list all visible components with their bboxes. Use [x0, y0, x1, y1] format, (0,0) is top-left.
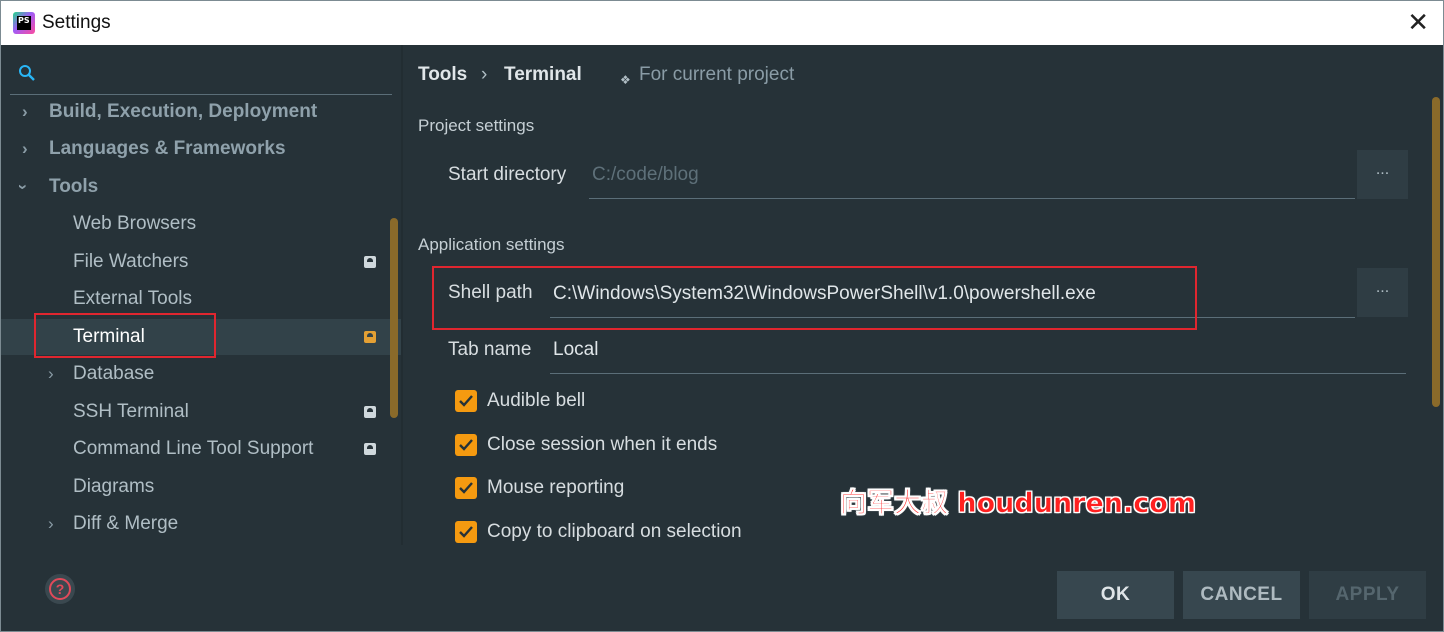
start-directory-browse-button[interactable]: ...: [1357, 150, 1408, 199]
sidebar-item-label: Tools: [49, 176, 99, 197]
checkbox-checked-icon: [455, 390, 477, 412]
sidebar-item-diagrams[interactable]: Diagrams: [0, 469, 401, 505]
watermark-text: 向军大叔 houdunren.com: [840, 488, 1197, 520]
checkbox-label: Mouse reporting: [487, 477, 625, 498]
project-level-icon: [364, 443, 376, 455]
sidebar-scrollbar[interactable]: [390, 218, 398, 418]
start-directory-label: Start directory: [448, 164, 567, 185]
sidebar-item-label: Command Line Tool Support: [73, 438, 314, 459]
sidebar-item-external-tools[interactable]: External Tools: [0, 281, 401, 317]
project-level-icon: [364, 256, 376, 268]
sidebar-item-label: External Tools: [73, 288, 192, 309]
annotation-highlight-shell-path: [432, 266, 1197, 330]
apply-button[interactable]: APPLY: [1309, 571, 1426, 619]
sidebar-item-command-line-tool-support[interactable]: Command Line Tool Support: [0, 431, 401, 467]
checkbox-checked-icon: [455, 477, 477, 499]
start-directory-field[interactable]: C:/code/blog: [589, 151, 1355, 199]
splitter[interactable]: [401, 45, 403, 545]
chevron-right-icon: ›: [22, 102, 28, 121]
annotation-highlight-terminal: [34, 313, 216, 358]
sidebar-item-label: Diagrams: [73, 476, 155, 497]
project-settings-heading: Project settings: [418, 116, 535, 135]
breadcrumb-parent[interactable]: Tools: [418, 63, 467, 87]
sidebar-item-database[interactable]: › Database: [0, 356, 401, 392]
project-scope-label: For current project: [639, 64, 795, 85]
window-title: Settings: [42, 12, 111, 33]
sidebar-item-ssh-terminal[interactable]: SSH Terminal: [0, 394, 401, 430]
chevron-right-icon: ›: [48, 514, 54, 533]
checkbox-checked-icon: [455, 521, 477, 543]
breadcrumb-separator: ›: [481, 64, 488, 85]
close-icon[interactable]: ✕: [1407, 9, 1429, 35]
search-icon: [19, 65, 35, 81]
phpstorm-logo-icon: PS: [13, 12, 35, 34]
chevron-down-icon: ›: [13, 184, 33, 190]
checkbox-label: Copy to clipboard on selection: [487, 521, 742, 542]
title-bar: PS Settings ✕: [0, 0, 1444, 45]
sidebar-item-label: File Watchers: [73, 251, 189, 272]
sidebar-item-label: Diff & Merge: [73, 513, 179, 534]
sidebar-item-build-execution-deployment[interactable]: › Build, Execution, Deployment: [0, 94, 401, 130]
chevron-right-icon: ›: [48, 364, 54, 383]
checkbox-label: Close session when it ends: [487, 434, 718, 455]
sidebar-item-languages-frameworks[interactable]: › Languages & Frameworks: [0, 131, 401, 167]
sidebar-item-tools[interactable]: › Tools: [0, 169, 401, 205]
sidebar-item-file-watchers[interactable]: File Watchers: [0, 244, 401, 280]
chevron-right-icon: ›: [22, 139, 28, 158]
checkbox-label: Audible bell: [487, 390, 586, 411]
tab-name-field[interactable]: Local: [550, 326, 1406, 374]
ok-button[interactable]: OK: [1057, 571, 1174, 619]
breadcrumb-current: Terminal: [504, 64, 582, 85]
sidebar-item-label: Languages & Frameworks: [49, 138, 286, 159]
sidebar-item-web-browsers[interactable]: Web Browsers: [0, 206, 401, 242]
checkbox-checked-icon: [455, 434, 477, 456]
main-scrollbar[interactable]: [1432, 97, 1440, 407]
help-button[interactable]: ?: [45, 574, 75, 604]
app-logo-text: PS: [17, 16, 31, 30]
sidebar-item-label: SSH Terminal: [73, 401, 189, 422]
cancel-button[interactable]: CANCEL: [1183, 571, 1300, 619]
application-settings-heading: Application settings: [418, 235, 565, 254]
sidebar-item-diff-merge[interactable]: › Diff & Merge: [0, 506, 401, 542]
project-level-icon: [364, 331, 376, 343]
sidebar-item-label: Database: [73, 363, 155, 384]
sidebar-item-label: Web Browsers: [73, 213, 197, 234]
shell-path-browse-button[interactable]: ...: [1357, 268, 1408, 317]
sidebar-item-label: Build, Execution, Deployment: [49, 101, 318, 122]
settings-search-input[interactable]: [10, 55, 392, 95]
tab-name-label: Tab name: [448, 339, 532, 360]
help-icon: ?: [49, 578, 71, 600]
project-scope-icon: ❖: [620, 73, 631, 87]
project-level-icon: [364, 406, 376, 418]
